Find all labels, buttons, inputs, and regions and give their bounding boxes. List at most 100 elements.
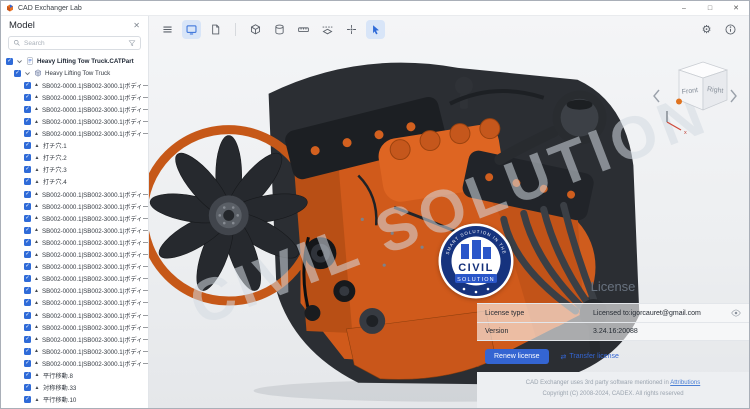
- item-checkbox[interactable]: ✓: [24, 299, 31, 307]
- tree-item[interactable]: ✓ ▲ 平行移動.10: [6, 394, 148, 406]
- explode-icon[interactable]: [342, 20, 361, 39]
- tree-item-label: SB002-0000.1|SB002-3000.1|ボディー-58: [41, 191, 148, 199]
- chevron-down-icon[interactable]: [24, 70, 31, 77]
- body-icon: ▲: [34, 263, 39, 270]
- tree-item-label: SB002-0000.1|SB002-3000.1|ボディー-29: [41, 324, 148, 332]
- attributions-link[interactable]: Attributions: [670, 380, 700, 386]
- tree-item[interactable]: ✓ ▲ SB002-0000.1|SB002-3000.1|ボディー-34: [6, 333, 148, 345]
- svg-text:x: x: [684, 130, 687, 136]
- search-input[interactable]: [24, 39, 125, 47]
- item-checkbox[interactable]: ✓: [24, 118, 31, 126]
- wireframe-view-icon[interactable]: [270, 20, 289, 39]
- document-icon[interactable]: [206, 20, 225, 39]
- selection-mode-icon[interactable]: [366, 20, 385, 39]
- tree-item[interactable]: ✓ ▲ SB002-0000.1|SB002-3000.1|ボディー-10: [6, 236, 148, 248]
- tree-root-row[interactable]: ✓ Heavy Lifting Tow Truck.CATPart: [6, 55, 148, 67]
- search-box[interactable]: [8, 36, 141, 50]
- item-checkbox[interactable]: ✓: [24, 190, 31, 198]
- item-checkbox[interactable]: ✓: [24, 396, 31, 404]
- item-checkbox[interactable]: ✓: [24, 359, 31, 367]
- filter-icon[interactable]: [128, 39, 136, 47]
- tree-item-label: 打チ穴.2: [43, 155, 67, 163]
- tree-item[interactable]: ✓ ▲ 打チ穴.2: [6, 152, 148, 164]
- tree-item[interactable]: ✓ ▲ 打チ穴.1: [6, 140, 148, 152]
- menu-icon[interactable]: [158, 20, 177, 39]
- group-checkbox[interactable]: ✓: [14, 69, 21, 77]
- root-checkbox[interactable]: ✓: [6, 57, 13, 65]
- item-checkbox[interactable]: ✓: [24, 275, 31, 283]
- app-logo-icon: [7, 4, 13, 12]
- tree-item[interactable]: ✓ ▲ SB002-0000.1|SB002-3000.1|ボディー-20: [6, 224, 148, 236]
- tree-item-label: SB002-0000.1|SB002-3000.1|ボディー-10: [41, 239, 148, 247]
- tree-item[interactable]: ✓ ▲ 平行移動.8: [6, 369, 148, 381]
- maximize-button[interactable]: □: [697, 1, 723, 15]
- settings-gear-icon[interactable]: ⚙: [697, 20, 716, 39]
- view-cube[interactable]: Front Right x: [649, 54, 741, 142]
- item-checkbox[interactable]: ✓: [24, 347, 31, 355]
- item-checkbox[interactable]: ✓: [24, 335, 31, 343]
- item-checkbox[interactable]: ✓: [24, 311, 31, 319]
- tree-group-row[interactable]: ✓ Heavy Lifting Tow Truck: [6, 67, 148, 79]
- item-checkbox[interactable]: ✓: [24, 323, 31, 331]
- panel-close-icon[interactable]: ✕: [133, 21, 140, 30]
- tree-item[interactable]: ✓ ▲ 打チ穴.3: [6, 164, 148, 176]
- scene-view-icon[interactable]: [182, 20, 201, 39]
- item-checkbox[interactable]: ✓: [24, 166, 31, 174]
- tree-item[interactable]: ✓ ▲ 対称移動.33: [6, 382, 148, 394]
- item-checkbox[interactable]: ✓: [24, 251, 31, 259]
- item-checkbox[interactable]: ✓: [24, 202, 31, 210]
- section-plane-icon[interactable]: [318, 20, 337, 39]
- item-checkbox[interactable]: ✓: [24, 384, 31, 392]
- tree-item[interactable]: ✓▲SB002-0000.1|SB002-3000.1|ボディー-105: [6, 103, 148, 115]
- tree-item[interactable]: ✓ ▲ SB002-0000.1|SB002-3000.1|ボディー-59: [6, 200, 148, 212]
- item-checkbox[interactable]: ✓: [24, 154, 31, 162]
- tree-item[interactable]: ✓ ▲ SB002-0000.1|SB002-3000.1|ボディー-29: [6, 321, 148, 333]
- tree-item-label: SB002-0000.1|SB002-3000.1|ボディー-104: [41, 119, 148, 127]
- body-icon: ▲: [34, 372, 40, 379]
- tree-item-label: SB002-0000.1|SB002-3000.1|ボディー-56: [41, 215, 148, 223]
- tree-item[interactable]: ✓▲SB002-0000.1|SB002-3000.1|ボディー-101: [6, 128, 148, 140]
- item-checkbox[interactable]: ✓: [24, 287, 31, 295]
- item-checkbox[interactable]: ✓: [24, 142, 31, 150]
- item-checkbox[interactable]: ✓: [24, 371, 31, 379]
- tree-item[interactable]: ✓▲SB002-0000.1|SB002-3000.1|ボディー-104: [6, 115, 148, 127]
- about-info-icon[interactable]: [721, 20, 740, 39]
- tree-item[interactable]: ✓▲SB002-0000.1|SB002-3000.1|ボディー-134: [6, 79, 148, 91]
- tree-item[interactable]: ✓ ▲ SB002-0000.1|SB002-3000.1|ボディー-36: [6, 357, 148, 369]
- tree-item[interactable]: ✓ ▲ SB002-0000.1|SB002-3000.1|ボディー-9: [6, 273, 148, 285]
- body-icon: ▲: [34, 130, 39, 137]
- minimize-button[interactable]: –: [671, 1, 697, 15]
- shaded-view-icon[interactable]: [246, 20, 265, 39]
- tree-item[interactable]: ✓ ▲ 打チ穴.4: [6, 176, 148, 188]
- tree-item-label: SB002-0000.1|SB002-3000.1|ボディー-34: [41, 336, 148, 344]
- item-checkbox[interactable]: ✓: [24, 226, 31, 234]
- tree-item[interactable]: ✓ ▲ SB002-0000.1|SB002-3000.1|ボディー-28: [6, 309, 148, 321]
- measure-icon[interactable]: [294, 20, 313, 39]
- item-checkbox[interactable]: ✓: [24, 178, 31, 186]
- tree-item[interactable]: ✓ ▲ SB002-0000.1|SB002-3000.1|ボディー-24: [6, 285, 148, 297]
- item-checkbox[interactable]: ✓: [24, 214, 31, 222]
- tree-item[interactable]: ✓ ▲ SB002-0000.1|SB002-3000.1|ボディー-35: [6, 345, 148, 357]
- chevron-down-icon[interactable]: [16, 58, 23, 65]
- tree-item[interactable]: ✓ ▲ SB002-0000.1|SB002-3000.1|ボディー-58: [6, 188, 148, 200]
- license-type-row: License type Licensed to:igorcauret@gmai…: [477, 304, 749, 324]
- tree-item[interactable]: ✓ ▲ SB002-0000.1|SB002-3000.1|ボディー-56: [6, 212, 148, 224]
- item-checkbox[interactable]: ✓: [24, 263, 31, 271]
- tree-item[interactable]: ✓ ▲ SB002-0000.1|SB002-3000.1|ボディー-8: [6, 261, 148, 273]
- tree-item[interactable]: ✓ ▲ SB002-0000.1|SB002-3000.1|ボディー-31: [6, 297, 148, 309]
- item-checkbox[interactable]: ✓: [24, 105, 31, 113]
- body-icon: ▲: [34, 360, 39, 367]
- tree-item[interactable]: ✓ ▲ SB002-0000.1|SB002-3000.1|ボディー-17: [6, 249, 148, 261]
- item-checkbox[interactable]: ✓: [24, 93, 31, 101]
- renew-license-button[interactable]: Renew license: [485, 349, 549, 365]
- reveal-license-eye-icon[interactable]: [731, 309, 741, 317]
- close-button[interactable]: ✕: [723, 1, 749, 15]
- transfer-license-button[interactable]: ⇄ Transfer license: [561, 353, 619, 361]
- viewport-3d[interactable]: CIVIL SOLUTION ⚙ Front Right x SMART SOL…: [149, 16, 749, 408]
- tree-item-label: SB002-0000.1|SB002-3000.1|ボディー-24: [41, 288, 148, 296]
- part-box-icon: [35, 69, 41, 77]
- item-checkbox[interactable]: ✓: [24, 238, 31, 246]
- item-checkbox[interactable]: ✓: [24, 81, 31, 89]
- tree-item[interactable]: ✓▲SB002-0000.1|SB002-3000.1|ボディー-132: [6, 91, 148, 103]
- item-checkbox[interactable]: ✓: [24, 130, 31, 138]
